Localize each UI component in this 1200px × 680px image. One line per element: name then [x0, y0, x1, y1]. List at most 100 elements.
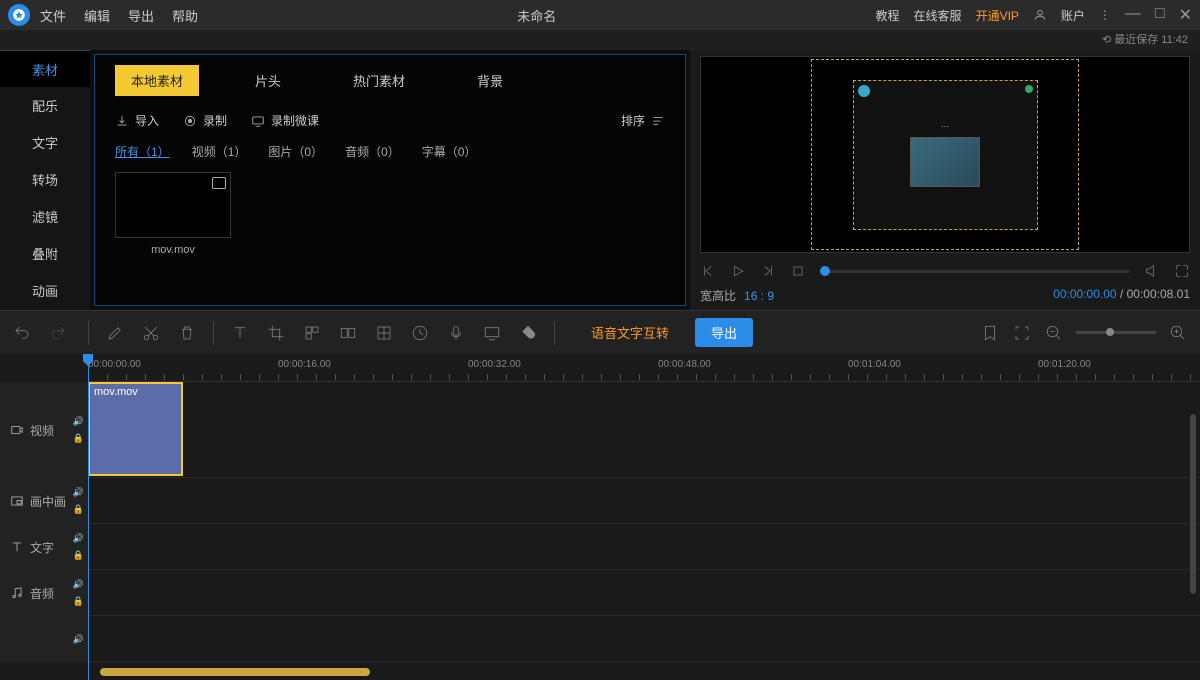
zoom-out-button[interactable]: [1044, 323, 1064, 343]
link-service[interactable]: 在线客服: [914, 7, 962, 24]
track-toggles[interactable]: 🔊🔒: [73, 416, 84, 444]
more-icon[interactable]: ⋮: [1099, 8, 1111, 22]
preview-thumb: [910, 137, 980, 187]
video-clip[interactable]: mov.mov: [88, 382, 183, 476]
sidebar-overlay[interactable]: 叠附: [0, 235, 90, 272]
sidebar-material[interactable]: 素材: [0, 50, 90, 87]
prev-frame-button[interactable]: [700, 263, 716, 279]
fit-button[interactable]: [1012, 323, 1032, 343]
filter-audio[interactable]: 音频（0）: [345, 143, 400, 160]
import-button[interactable]: 导入: [115, 112, 159, 129]
preview-info: 宽高比16 : 9 00:00:00.00 / 00:00:08.01: [700, 287, 1190, 304]
extra-track-head[interactable]: 🔊: [0, 616, 88, 662]
menu-export[interactable]: 导出: [128, 6, 154, 25]
cut-button[interactable]: [141, 323, 161, 343]
delete-button[interactable]: [177, 323, 197, 343]
track-toggles[interactable]: 🔊🔒: [73, 487, 84, 515]
screen-button[interactable]: [482, 323, 502, 343]
vertical-scrollbar[interactable]: [1190, 414, 1196, 594]
sidebar-filter[interactable]: 滤镜: [0, 198, 90, 235]
save-status-text: 最近保存 11:42: [1114, 34, 1188, 46]
mosaic-button[interactable]: [302, 323, 322, 343]
sidebar-transition[interactable]: 转场: [0, 161, 90, 198]
video-track: 视频🔊🔒 mov.mov: [0, 382, 1200, 478]
sidebar-music[interactable]: 配乐: [0, 87, 90, 124]
text-button[interactable]: [230, 323, 250, 343]
ruler-tick: 00:01:20.00: [1038, 359, 1091, 370]
export-button[interactable]: 导出: [695, 318, 753, 347]
separator: [88, 321, 89, 345]
voice-button[interactable]: [446, 323, 466, 343]
close-button[interactable]: ✕: [1179, 5, 1192, 25]
progress-handle[interactable]: [820, 266, 830, 276]
tab-intro[interactable]: 片头: [239, 65, 297, 96]
filter-image[interactable]: 图片（0）: [268, 143, 323, 160]
pip-track-body[interactable]: [88, 478, 1200, 523]
tab-bg[interactable]: 背景: [461, 65, 519, 96]
grid-button[interactable]: [374, 323, 394, 343]
tab-local[interactable]: 本地素材: [115, 65, 199, 96]
audio-track-body[interactable]: [88, 570, 1200, 615]
text-track-body[interactable]: [88, 524, 1200, 569]
menu-edit[interactable]: 编辑: [84, 6, 110, 25]
video-track-body[interactable]: mov.mov: [88, 382, 1200, 477]
play-button[interactable]: [730, 263, 746, 279]
preview-text: ···: [941, 122, 949, 131]
pip-track-head[interactable]: 画中画🔊🔒: [0, 478, 88, 524]
save-refresh-icon[interactable]: ⟲: [1102, 34, 1111, 46]
crop-button[interactable]: [266, 323, 286, 343]
preview-canvas[interactable]: ···: [700, 56, 1190, 253]
undo-button[interactable]: [12, 323, 32, 343]
ruler-tick: 00:01:04.00: [848, 359, 901, 370]
split-button[interactable]: [338, 323, 358, 343]
progress-bar[interactable]: [820, 270, 1130, 273]
text-track-head[interactable]: 文字🔊🔒: [0, 524, 88, 570]
playhead[interactable]: [88, 354, 89, 680]
zoom-in-button[interactable]: [1168, 323, 1188, 343]
next-frame-button[interactable]: [760, 263, 776, 279]
video-track-head[interactable]: 视频🔊🔒: [0, 382, 88, 478]
maximize-button[interactable]: □: [1155, 5, 1165, 25]
volume-button[interactable]: [1144, 263, 1160, 279]
media-filters: 所有（1） 视频（1） 图片（0） 音频（0） 字幕（0）: [115, 143, 665, 160]
time-ruler[interactable]: 00:00:00.00 00:00:16.00 00:00:32.00 00:0…: [88, 354, 1200, 382]
screen-record-button[interactable]: 录制微课: [251, 112, 319, 129]
menu-help[interactable]: 帮助: [172, 6, 198, 25]
filter-subtitle[interactable]: 字幕（0）: [422, 143, 477, 160]
menu-file[interactable]: 文件: [40, 6, 66, 25]
sidebar-animation[interactable]: 动画: [0, 272, 90, 309]
zoom-handle[interactable]: [1106, 328, 1114, 336]
fullscreen-button[interactable]: [1174, 263, 1190, 279]
tab-hot[interactable]: 热门素材: [337, 65, 421, 96]
record-button[interactable]: 录制: [183, 112, 227, 129]
filter-video[interactable]: 视频（1）: [192, 143, 247, 160]
color-button[interactable]: [518, 323, 538, 343]
sidebar-text[interactable]: 文字: [0, 124, 90, 161]
filter-all[interactable]: 所有（1）: [115, 143, 170, 160]
zoom-slider[interactable]: [1076, 331, 1156, 334]
track-toggles[interactable]: 🔊🔒: [73, 579, 84, 607]
timeline: 00:00:00.00 00:00:16.00 00:00:32.00 00:0…: [0, 354, 1200, 680]
media-thumb[interactable]: mov.mov: [115, 172, 231, 256]
ruler-tick: 00:00:16.00: [278, 359, 331, 370]
audio-track-head[interactable]: 音频🔊🔒: [0, 570, 88, 616]
text-track: 文字🔊🔒: [0, 524, 1200, 570]
stop-button[interactable]: [790, 263, 806, 279]
aspect-ratio[interactable]: 宽高比16 : 9: [700, 287, 774, 304]
minimize-button[interactable]: —: [1125, 5, 1141, 25]
sort-button[interactable]: 排序: [621, 112, 665, 129]
track-toggles[interactable]: 🔊🔒: [73, 533, 84, 561]
link-tutorial[interactable]: 教程: [876, 7, 900, 24]
extra-track-body[interactable]: [88, 616, 1200, 661]
speech-to-text-button[interactable]: 语音文字互转: [591, 323, 669, 342]
horizontal-scrollbar[interactable]: [100, 668, 370, 676]
marker-button[interactable]: [980, 323, 1000, 343]
link-account[interactable]: 账户: [1061, 7, 1085, 24]
redo-button[interactable]: [48, 323, 68, 343]
media-panel: 本地素材 片头 热门素材 背景 导入 录制 录制微课 排序 所有（1） 视频（1…: [94, 54, 686, 306]
track-toggles[interactable]: 🔊: [73, 634, 84, 645]
link-vip[interactable]: 开通VIP: [976, 7, 1019, 24]
preview-content[interactable]: ···: [853, 80, 1038, 230]
speed-button[interactable]: [410, 323, 430, 343]
edit-button[interactable]: [105, 323, 125, 343]
